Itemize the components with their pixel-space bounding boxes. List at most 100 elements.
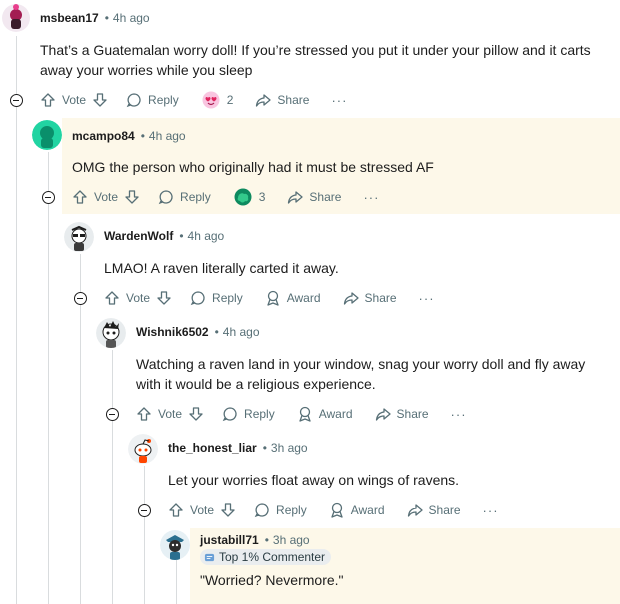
reply-label: Reply	[148, 93, 179, 107]
vote-control: Vote	[168, 502, 236, 518]
share-button[interactable]: Share	[375, 406, 429, 422]
award-button[interactable]: Award	[265, 290, 321, 306]
username[interactable]: msbean17	[40, 11, 99, 25]
collapse-button[interactable]	[138, 504, 151, 517]
comment-body: Watching a raven land in your window, sn…	[136, 356, 586, 392]
username[interactable]: mcampo84	[72, 129, 135, 143]
separator-dot: •	[104, 11, 109, 25]
thread-line[interactable]	[16, 36, 17, 604]
vote-control: Vote	[40, 92, 108, 108]
reply-icon	[190, 291, 205, 306]
award-button[interactable]: 3	[233, 187, 265, 207]
reply-button[interactable]: Reply	[254, 502, 307, 518]
thread-line[interactable]	[176, 560, 177, 604]
vote-control: Vote	[136, 406, 204, 422]
brain-award-icon	[234, 188, 252, 206]
avatar[interactable]	[160, 530, 190, 560]
share-button[interactable]: Share	[255, 92, 309, 108]
share-button[interactable]: Share	[287, 189, 341, 205]
comment-header: WardenWolf • 4h ago	[104, 226, 224, 246]
avatar[interactable]	[96, 318, 126, 348]
award-count: 2	[226, 93, 234, 107]
username[interactable]: WardenWolf	[104, 229, 173, 243]
share-label: Share	[364, 291, 397, 305]
share-label: Share	[428, 503, 461, 517]
more-options-button[interactable]: ···	[451, 407, 467, 422]
vote-control: Vote	[104, 290, 172, 306]
top-commenter-icon	[204, 553, 215, 561]
avatar[interactable]	[128, 434, 158, 464]
upvote-icon[interactable]	[136, 406, 152, 422]
share-icon	[343, 292, 359, 305]
vote-label: Vote	[158, 407, 183, 421]
thread-line[interactable]	[80, 254, 81, 604]
downvote-icon[interactable]	[124, 189, 140, 205]
separator-dot: •	[214, 325, 219, 339]
thread-line[interactable]	[48, 152, 49, 604]
comment-header: justabill71 • 3h ago	[200, 530, 310, 550]
more-options-button[interactable]: ···	[483, 503, 499, 518]
reply-button[interactable]: Reply	[222, 406, 275, 422]
share-icon	[375, 408, 391, 421]
timestamp[interactable]: 3h ago	[271, 441, 308, 455]
reply-icon	[222, 407, 237, 422]
award-button[interactable]: 2	[201, 90, 234, 110]
vote-label: Vote	[126, 291, 151, 305]
username[interactable]: justabill71	[200, 533, 259, 547]
collapse-button[interactable]	[74, 292, 87, 305]
comment-actions: Vote Reply Award Share ···	[168, 500, 499, 520]
username[interactable]: the_honest_liar	[168, 441, 257, 455]
upvote-icon[interactable]	[40, 92, 56, 108]
reply-button[interactable]: Reply	[158, 189, 211, 205]
comment-actions: Vote Reply Award Share ···	[104, 288, 435, 308]
downvote-icon[interactable]	[92, 92, 108, 108]
timestamp[interactable]: 4h ago	[188, 229, 225, 243]
comment-header: Wishnik6502 • 4h ago	[136, 322, 260, 342]
timestamp[interactable]: 4h ago	[113, 11, 150, 25]
upvote-icon[interactable]	[72, 189, 88, 205]
timestamp[interactable]: 3h ago	[273, 533, 310, 547]
thread-line[interactable]	[112, 350, 113, 604]
comment-actions: Vote Reply 2 Share ···	[40, 90, 347, 110]
reply-button[interactable]: Reply	[126, 92, 179, 108]
downvote-icon[interactable]	[220, 502, 236, 518]
share-button[interactable]: Share	[407, 502, 461, 518]
more-options-button[interactable]: ···	[331, 93, 347, 108]
share-button[interactable]: Share	[343, 290, 397, 306]
award-icon	[331, 502, 343, 518]
downvote-icon[interactable]	[188, 406, 204, 422]
comment-body: OMG the person who originally had it mus…	[72, 159, 434, 175]
separator-dot: •	[264, 533, 269, 547]
collapse-button[interactable]	[42, 191, 55, 204]
reply-button[interactable]: Reply	[190, 290, 243, 306]
vote-label: Vote	[62, 93, 87, 107]
vote-control: Vote	[72, 189, 140, 205]
username[interactable]: Wishnik6502	[136, 325, 209, 339]
avatar[interactable]	[64, 222, 94, 252]
upvote-icon[interactable]	[168, 502, 184, 518]
timestamp[interactable]: 4h ago	[223, 325, 260, 339]
more-options-button[interactable]: ···	[419, 291, 435, 306]
comment-actions: Vote Reply 3 Share ···	[72, 187, 379, 207]
avatar[interactable]	[2, 4, 30, 32]
upvote-icon[interactable]	[104, 290, 120, 306]
award-icon	[299, 406, 311, 422]
reply-icon	[158, 190, 173, 205]
reply-label: Reply	[244, 407, 275, 421]
collapse-button[interactable]	[106, 408, 119, 421]
collapse-button[interactable]	[10, 94, 23, 107]
reply-label: Reply	[276, 503, 307, 517]
downvote-icon[interactable]	[156, 290, 172, 306]
user-flair-badge: Top 1% Commenter	[200, 549, 332, 565]
more-options-button[interactable]: ···	[363, 190, 379, 205]
award-label: Award	[318, 407, 353, 421]
vote-label: Vote	[190, 503, 215, 517]
timestamp[interactable]: 4h ago	[149, 129, 186, 143]
reply-label: Reply	[180, 190, 211, 204]
award-button[interactable]: Award	[297, 406, 353, 422]
reply-icon	[254, 503, 269, 518]
thread-line[interactable]	[144, 466, 145, 604]
avatar[interactable]	[32, 120, 62, 150]
separator-dot: •	[262, 441, 267, 455]
award-button[interactable]: Award	[329, 502, 385, 518]
